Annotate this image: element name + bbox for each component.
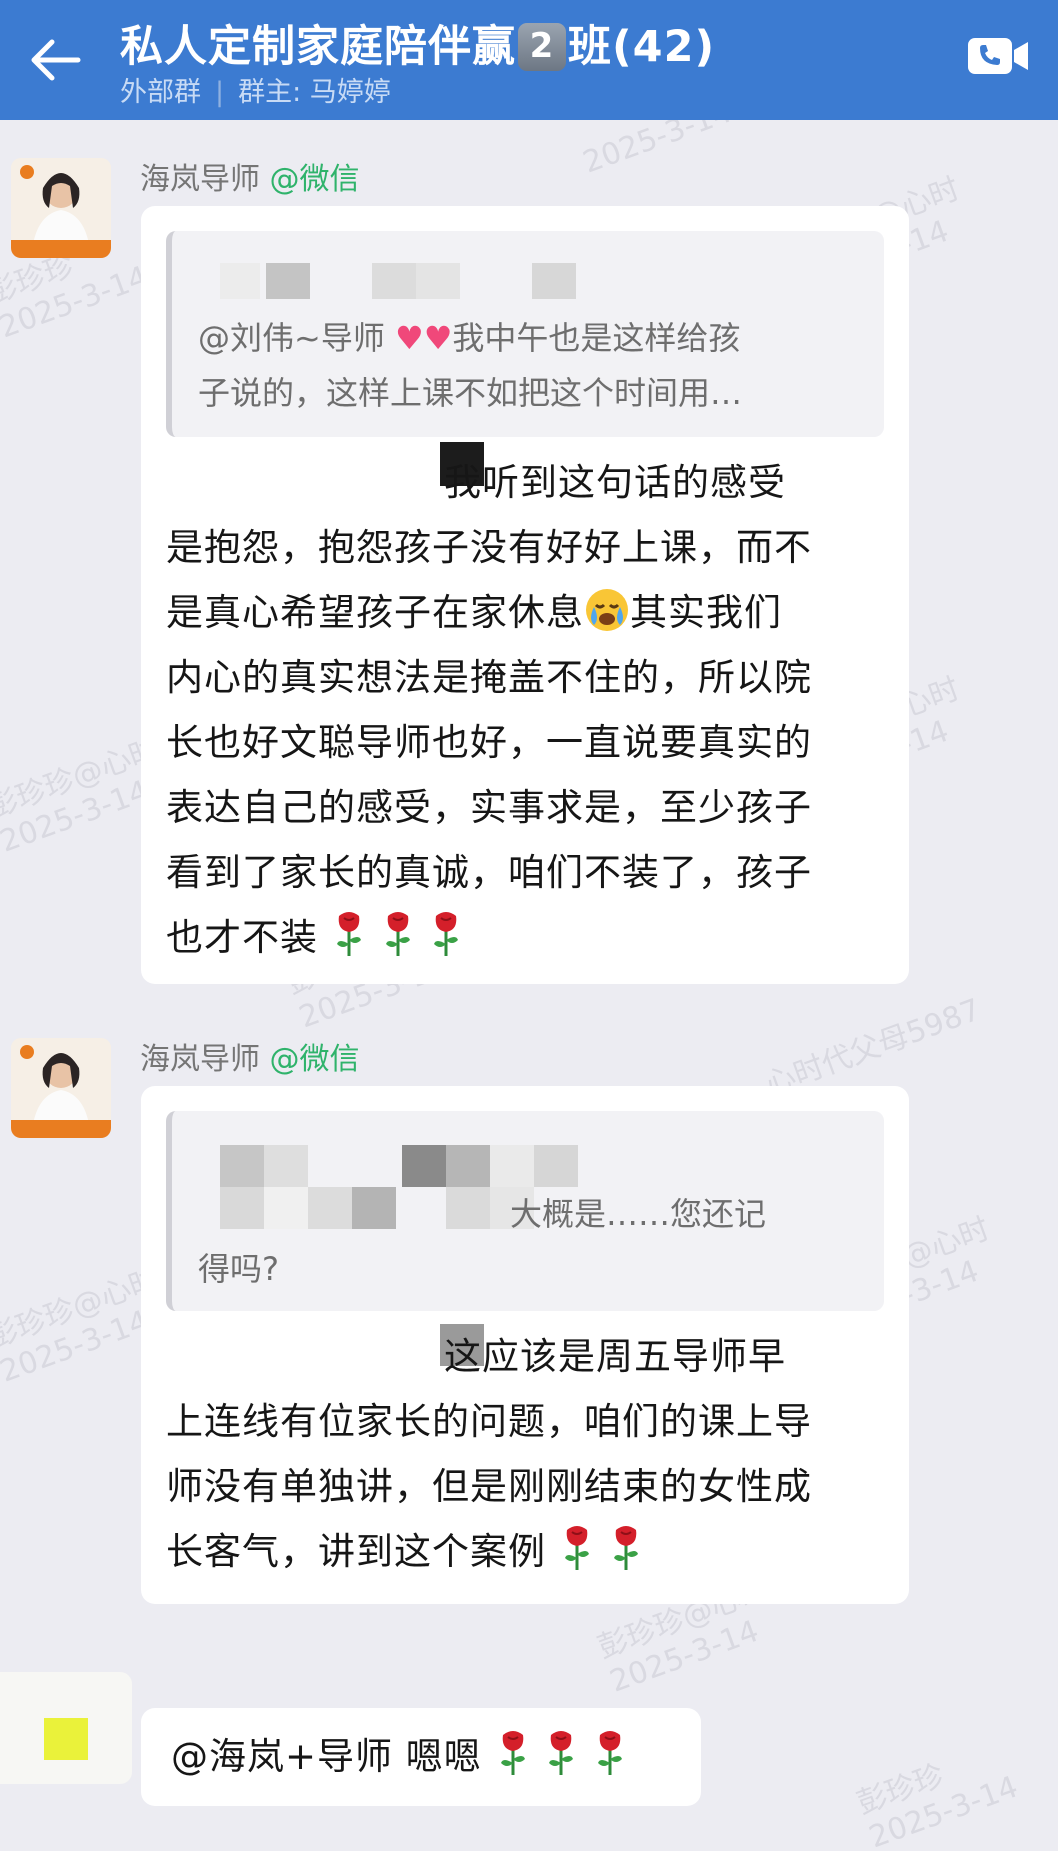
chat-header: 私人定制家庭陪伴赢 2 班(42) 外部群 | 群主: 马婷婷 [0, 0, 1058, 120]
rose-icon [434, 912, 459, 956]
rose-icon [500, 1731, 525, 1775]
group-owner-label: 群主: 马婷婷 [238, 77, 391, 108]
message-bubble[interactable]: @刘伟~导师 ♥♥我中午也是这样给孩 子说的，这样上课不如把这个时间用… 我听到… [141, 206, 909, 984]
back-button[interactable] [14, 20, 94, 100]
rose-icon [564, 1526, 589, 1570]
avatar[interactable] [11, 1038, 111, 1138]
video-call-icon [968, 38, 1028, 74]
avatar[interactable] [11, 158, 111, 258]
heart-icon: ♥♥ [395, 319, 453, 357]
sender-name: 海岚导师 @微信 [140, 1042, 360, 1077]
quoted-message[interactable]: 大概是……您还记 得吗? [166, 1111, 884, 1311]
sender-source-tag: @微信 [269, 162, 360, 197]
group-type-label: 外部群 [120, 77, 201, 108]
message-bubble[interactable]: @海岚+导师 嗯嗯 [141, 1708, 701, 1806]
rose-icon [613, 1526, 638, 1570]
arrow-left-icon [31, 39, 81, 81]
avatar[interactable] [0, 1672, 132, 1784]
video-call-button[interactable] [966, 34, 1032, 78]
rose-icon [385, 912, 410, 956]
watermark: 彭珍珍 2025-3-14 [852, 1757, 1023, 1851]
keycap-badge: 2 [518, 23, 566, 71]
chat-title: 私人定制家庭陪伴赢 2 班(42) [120, 22, 716, 72]
rose-icon [549, 1731, 574, 1775]
crying-face-icon [586, 589, 628, 631]
quoted-message[interactable]: @刘伟~导师 ♥♥我中午也是这样给孩 子说的，这样上课不如把这个时间用… [166, 231, 884, 437]
chat-subtitle: 外部群 | 群主: 马婷婷 [120, 77, 391, 108]
sender-name: 海岚导师 @微信 [140, 162, 360, 197]
sender-source-tag: @微信 [269, 1042, 360, 1077]
rose-icon [336, 912, 361, 956]
rose-icon [598, 1731, 623, 1775]
message-bubble[interactable]: 大概是……您还记 得吗? 这应该是周五导师早 上连线有位家长的问题，咱们的课上导… [141, 1086, 909, 1604]
